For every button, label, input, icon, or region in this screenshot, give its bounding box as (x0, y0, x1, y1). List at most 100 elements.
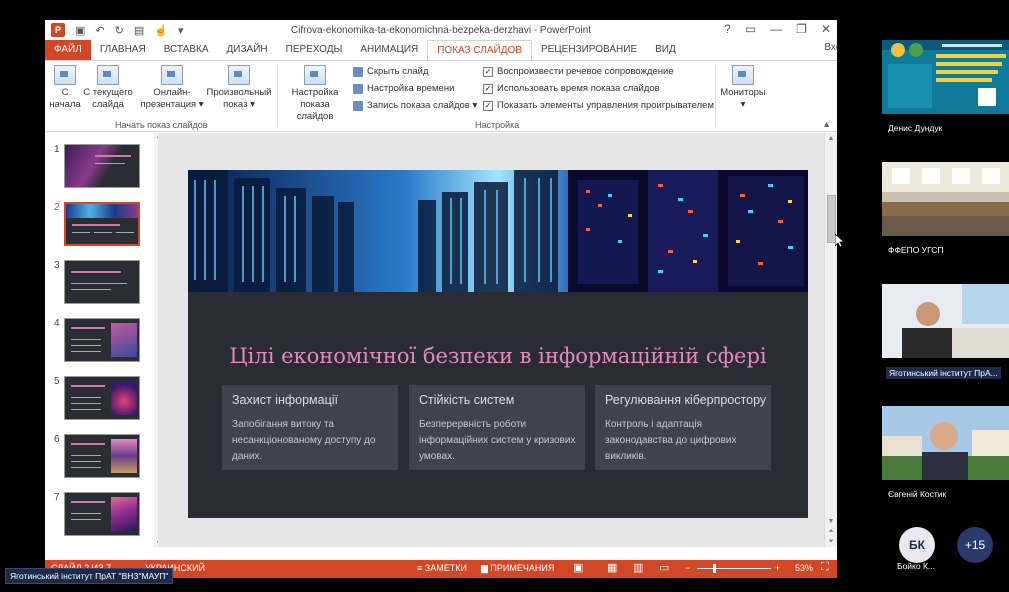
hide-slide-button[interactable]: Скрыть слайд (353, 66, 429, 77)
sign-in-link[interactable]: Вход (824, 42, 837, 53)
previous-slide-icon[interactable]: ⏶ (825, 528, 837, 536)
thumbnail-slide-4[interactable]: 4 (50, 318, 150, 364)
card-heading: Захист інформації (232, 393, 339, 407)
tab-transitions[interactable]: ПЕРЕХОДЫ (277, 40, 352, 60)
tab-insert[interactable]: ВСТАВКА (155, 40, 218, 60)
participant-name: ФФЕПО УГСП (888, 245, 944, 255)
thumbnail-slide-1[interactable]: 1 (50, 144, 150, 190)
goal-card-information-protection[interactable]: Захист інформації Запобігання витоку та … (222, 385, 398, 470)
mouse-cursor-icon (835, 234, 845, 248)
tab-review[interactable]: РЕЦЕНЗИРОВАНИЕ (532, 40, 646, 60)
from-current-button[interactable]: С текущего слайда (83, 65, 133, 111)
checkbox-checked-icon: ✓ (483, 100, 493, 111)
participant-name: Яготинський інститут ПрА... (886, 367, 1001, 379)
use-timings-checkbox[interactable]: ✓ Использовать время показа слайдов (483, 83, 660, 94)
use-timings-label: Использовать время показа слайдов (497, 83, 660, 94)
monitors-label: Мониторы (720, 87, 766, 98)
participant-tile-2[interactable]: ФФЕПО УГСП (882, 162, 1009, 262)
thumbnail-text-line (95, 163, 125, 164)
checkbox-checked-icon: ✓ (483, 66, 493, 77)
tab-slide-show[interactable]: ПОКАЗ СЛАЙДОВ (427, 40, 532, 60)
thumbnail-number: 3 (54, 260, 60, 271)
participant-name: Бойко К... (897, 561, 935, 571)
thumbnail-slide-7[interactable]: 7 (50, 492, 150, 538)
play-narrations-checkbox[interactable]: ✓ Воспроизвести речевое сопровождение (483, 66, 674, 77)
scroll-up-icon[interactable]: ▲ (825, 135, 837, 142)
custom-show-button[interactable]: Произвольный показ ▾ (205, 65, 273, 111)
monitors-dropdown-arrow: ▾ (740, 99, 746, 110)
notes-icon: ≡ (417, 563, 425, 573)
close-button[interactable]: ✕ (821, 22, 831, 36)
thumbnail-slide-6[interactable]: 6 (50, 434, 150, 480)
thumbnail-text-line (71, 409, 101, 410)
ribbon-tabs: ФАЙЛ ГЛАВНАЯ ВСТАВКА ДИЗАЙН ПЕРЕХОДЫ АНИ… (45, 40, 837, 60)
custom-show-icon (228, 65, 250, 85)
card-body: Безперервність роботи інформаційних сист… (419, 419, 576, 462)
notes-button[interactable]: ≡ ЗАМЕТКИ (417, 563, 467, 573)
show-media-controls-checkbox[interactable]: ✓ Показать элементы управления проигрыват… (483, 100, 714, 111)
thumbnail-photo (111, 497, 137, 531)
more-participants-button[interactable]: +15 (957, 527, 993, 563)
group-divider (277, 65, 278, 127)
thumbnail-text-line (71, 467, 101, 468)
from-start-label-2: начала (49, 99, 81, 110)
tab-home[interactable]: ГЛАВНАЯ (91, 40, 155, 60)
play-narrations-label: Воспроизвести речевое сопровождение (497, 66, 674, 77)
zoom-level[interactable]: 53% (795, 563, 813, 573)
fit-to-window-icon[interactable]: ⛶ (821, 561, 829, 574)
zoom-in-icon[interactable]: + (775, 563, 780, 573)
slide-editing-area[interactable]: Цілі економічної безпеки в інформаційній… (158, 133, 824, 547)
thumbnail-slide-5[interactable]: 5 (50, 376, 150, 422)
minimize-button[interactable]: — (770, 22, 782, 36)
reading-view-icon[interactable]: ▥ (633, 561, 643, 574)
slide-title[interactable]: Цілі економічної безпеки в інформаційній… (188, 344, 808, 368)
slide-sorter-icon[interactable]: ▦ (607, 561, 617, 574)
thumbnail-number: 1 (54, 144, 60, 155)
scroll-down-icon[interactable]: ▼ (825, 518, 837, 525)
tab-file[interactable]: ФАЙЛ (45, 40, 91, 60)
from-start-button[interactable]: С начала (49, 65, 81, 111)
tab-animations[interactable]: АНИМАЦИЯ (351, 40, 427, 60)
thumbnail-title-line (71, 271, 121, 273)
powerpoint-window: P ▣ ↶ ↻ ▤ ☝ ▾ Cifrova-ekonomika-ta-ekono… (45, 20, 837, 578)
tab-design[interactable]: ДИЗАЙН (218, 40, 277, 60)
participant-video (882, 162, 1009, 236)
ribbon-display-button[interactable]: ▭ (745, 22, 756, 36)
thumbnail-slide-2[interactable]: 2 (50, 202, 150, 248)
record-slideshow-button[interactable]: Запись показа слайдов ▾ (353, 100, 477, 111)
rehearse-timings-button[interactable]: Настройка времени (353, 83, 454, 94)
thumbnail-title-line (95, 155, 131, 157)
thumbnail-slide-3[interactable]: 3 (50, 260, 150, 306)
help-button[interactable]: ? (724, 22, 731, 36)
zoom-slider[interactable] (697, 568, 771, 569)
participant-tile-3[interactable]: Яготинський інститут ПрА... (882, 284, 1009, 384)
collapse-ribbon-icon[interactable]: ▲ (822, 119, 831, 129)
thumbnail-title-line (71, 327, 105, 329)
next-slide-icon[interactable]: ⏷ (825, 538, 837, 546)
participant-tile-4[interactable]: Євгеній Костик (882, 406, 1009, 506)
custom-label-1: Произвольный (206, 87, 272, 98)
from-start-icon (54, 65, 76, 85)
current-slide[interactable]: Цілі економічної безпеки в інформаційній… (188, 170, 808, 518)
from-current-label-2: слайда (92, 99, 124, 110)
monitors-button[interactable]: Мониторы ▾ (717, 65, 769, 111)
participant-tile-1[interactable]: Денис Дундук (882, 40, 1009, 140)
slideshow-view-icon[interactable]: ▭ (659, 561, 669, 574)
participant-avatar[interactable]: БК (899, 527, 935, 563)
tab-view[interactable]: ВИД (646, 40, 685, 60)
goal-card-system-resilience[interactable]: Стійкість систем Безперервність роботи і… (409, 385, 585, 470)
thumbnail-number: 4 (54, 318, 60, 329)
thumbnail-text-line (71, 461, 101, 462)
setup-slideshow-button[interactable]: Настройка показа слайдов (281, 65, 349, 123)
goal-card-cyberspace-regulation[interactable]: Регулювання кіберпростору Контроль і ада… (595, 385, 771, 470)
normal-view-icon[interactable]: ▣ (573, 561, 583, 574)
present-online-button[interactable]: Онлайн- презентация ▾ (139, 65, 205, 111)
restore-button[interactable]: ❐ (796, 22, 807, 36)
notes-label: ЗАМЕТКИ (424, 563, 467, 573)
comment-icon: ▆ (481, 563, 491, 573)
slide-scrollbar[interactable]: ▲ ▼ ⏶ ⏷ (824, 133, 837, 547)
zoom-out-icon[interactable]: − (685, 563, 690, 573)
comments-button[interactable]: ▆ ПРИМЕЧАНИЯ (481, 563, 554, 574)
checkbox-checked-icon: ✓ (483, 83, 493, 94)
zoom-slider-knob[interactable] (713, 564, 716, 573)
